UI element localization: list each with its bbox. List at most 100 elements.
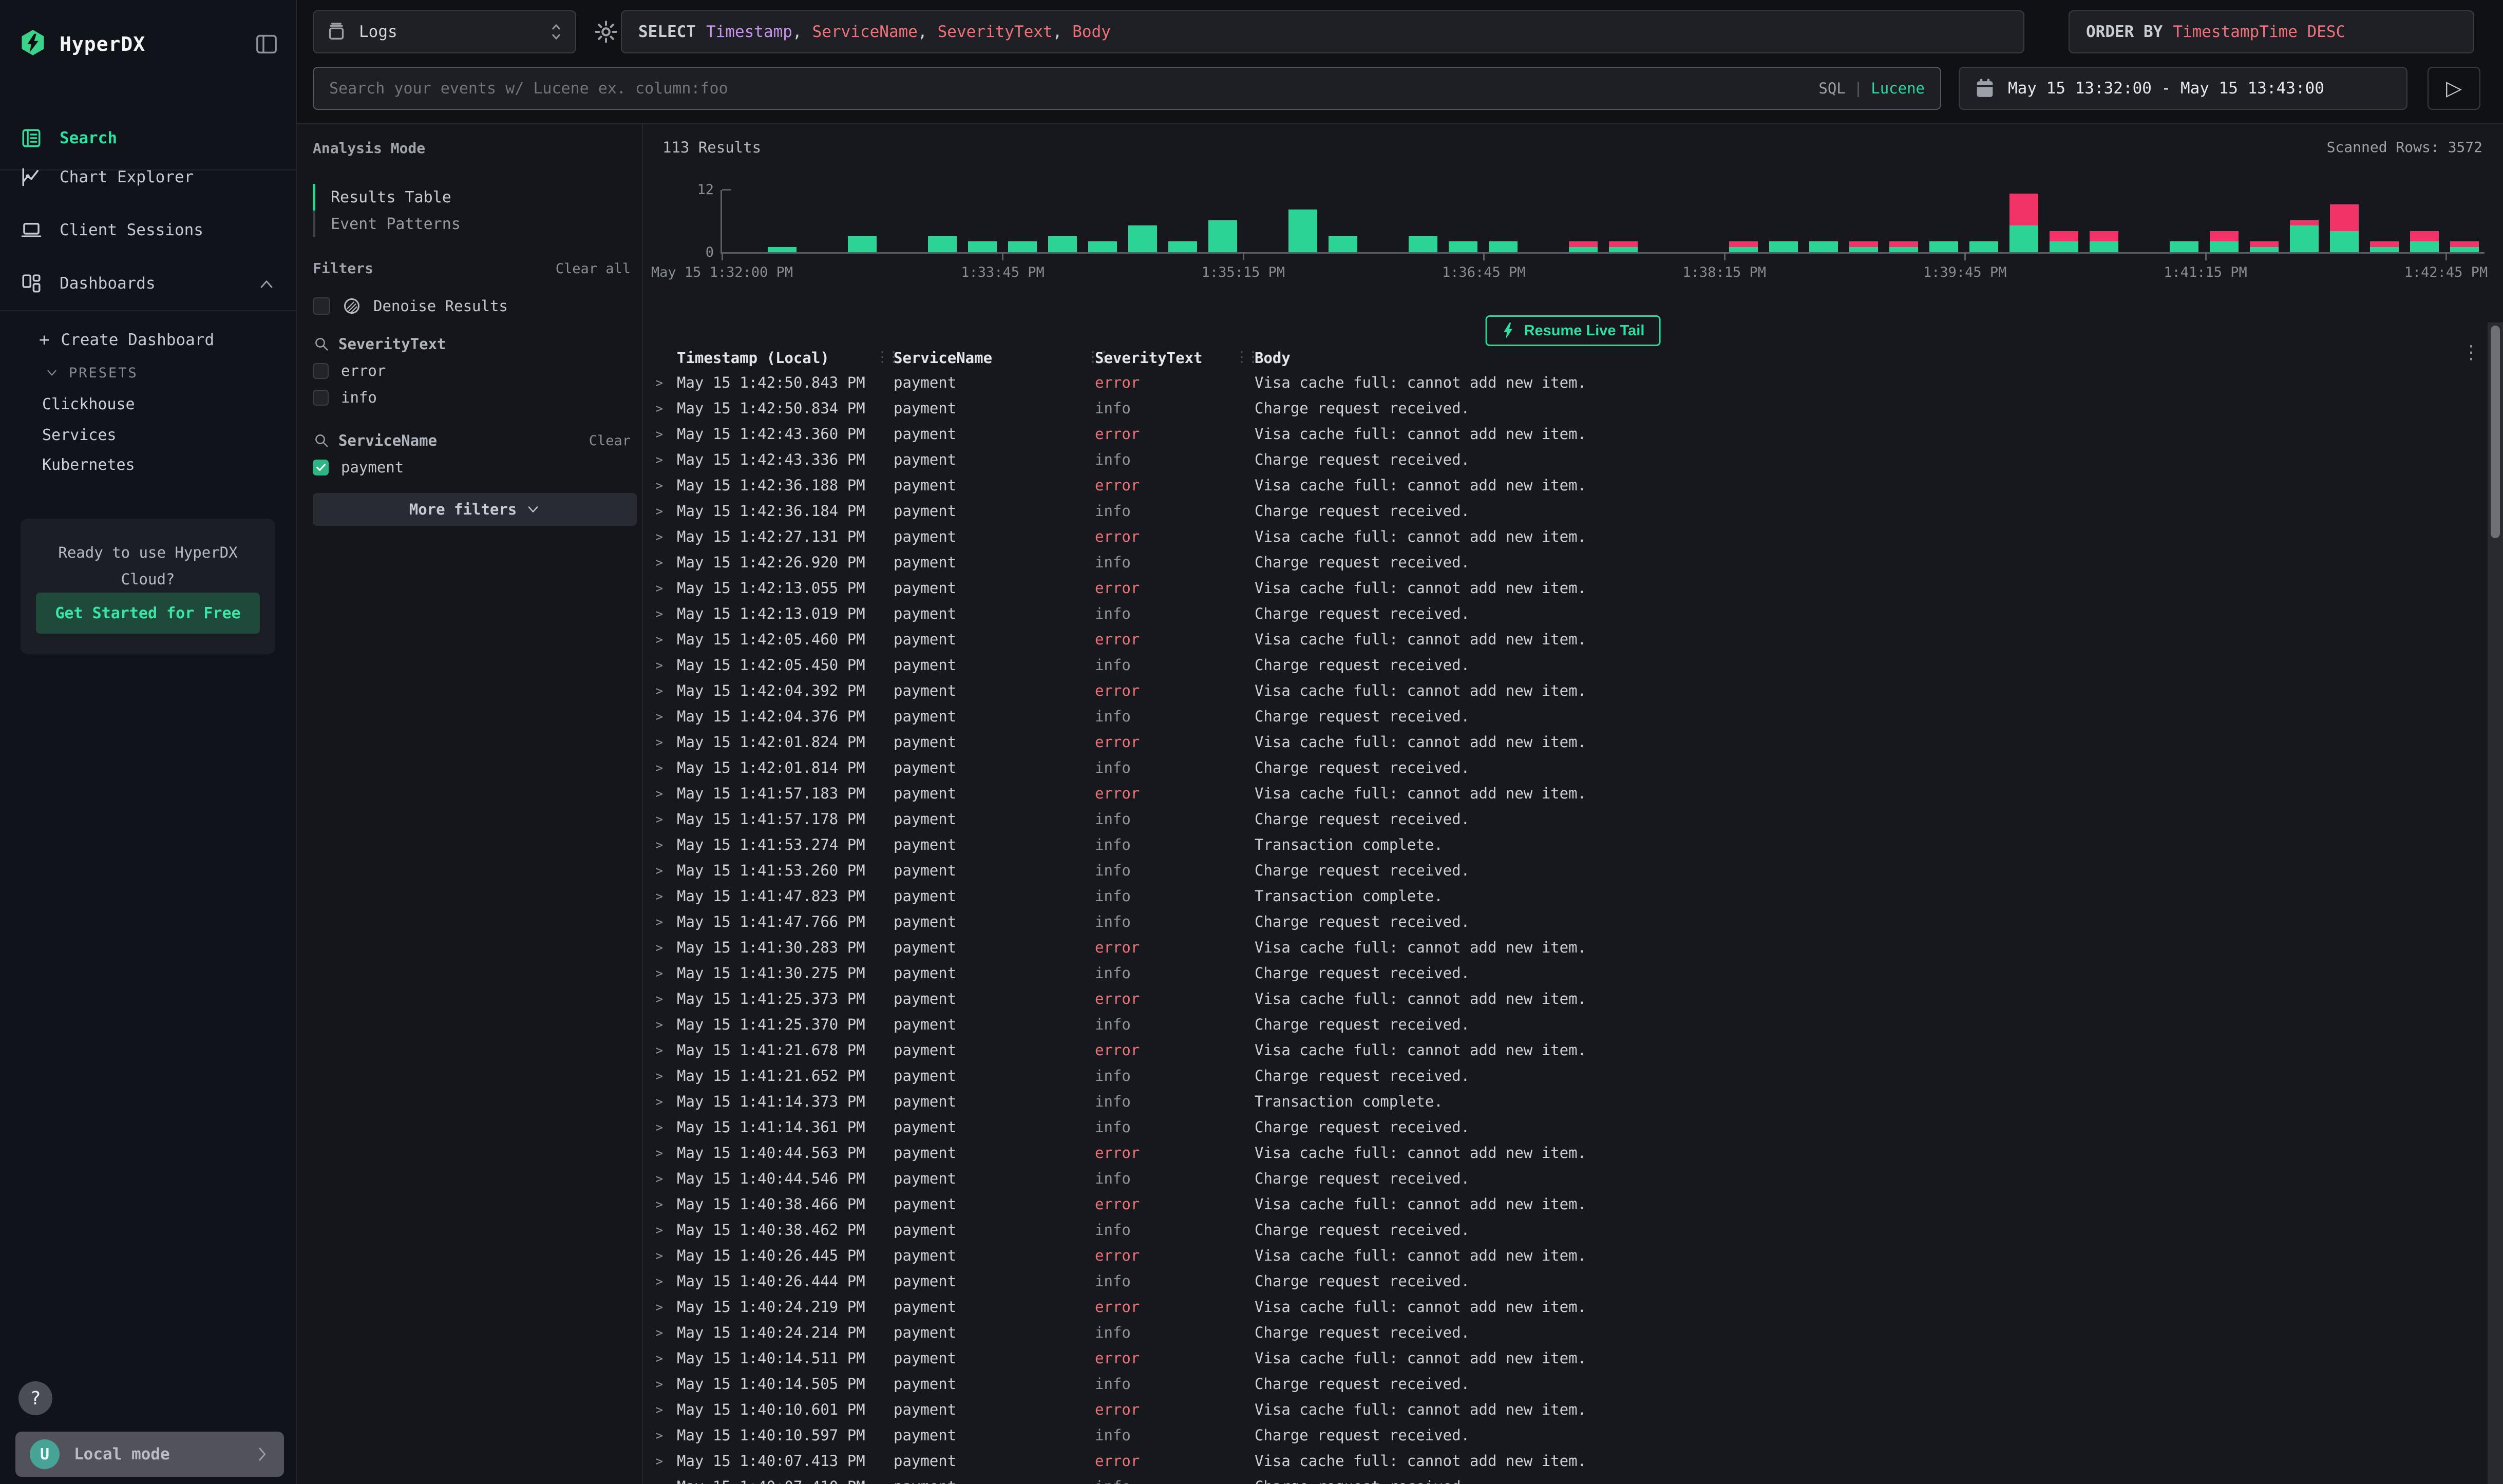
histogram-bucket[interactable] [1042,190,1083,252]
table-row[interactable]: >May 15 1:40:26.445 PMpaymenterrorVisa c… [643,1243,2475,1268]
table-row[interactable]: >May 15 1:42:05.460 PMpaymenterrorVisa c… [643,626,2475,652]
histogram-bucket[interactable] [1764,190,1804,252]
row-expand-chevron[interactable]: > [643,658,677,673]
table-row[interactable]: >May 15 1:41:21.678 PMpaymenterrorVisa c… [643,1037,2475,1063]
histogram-bucket[interactable] [2204,190,2244,252]
table-row[interactable]: >May 15 1:42:05.450 PMpaymentinfoCharge … [643,652,2475,678]
table-row[interactable]: >May 15 1:41:30.275 PMpaymentinfoCharge … [643,960,2475,986]
create-dashboard-button[interactable]: + Create Dashboard [39,325,275,355]
table-row[interactable]: >May 15 1:41:47.766 PMpaymentinfoCharge … [643,909,2475,935]
vertical-scrollbar[interactable] [2488,322,2503,1484]
histogram-bucket[interactable] [1443,190,1483,252]
row-expand-chevron[interactable]: > [643,1479,677,1484]
table-row[interactable]: >May 15 1:41:14.373 PMpaymentinfoTransac… [643,1089,2475,1114]
row-expand-chevron[interactable]: > [643,504,677,519]
row-expand-chevron[interactable]: > [643,683,677,698]
scrollbar-thumb[interactable] [2491,326,2500,538]
table-row[interactable]: >May 15 1:40:07.410 PMpaymentinfoCharge … [643,1474,2475,1484]
row-expand-chevron[interactable]: > [643,940,677,955]
facet-clear-link[interactable]: Clear [589,433,631,449]
histogram-bucket[interactable] [1403,190,1443,252]
histogram-bucket[interactable] [842,190,882,252]
histogram-bucket[interactable] [1924,190,1964,252]
table-row[interactable]: >May 15 1:40:24.219 PMpaymenterrorVisa c… [643,1294,2475,1320]
histogram-bucket[interactable] [2124,190,2164,252]
histogram-bucket[interactable] [1563,190,1603,252]
histogram-bucket[interactable] [2444,190,2485,252]
row-expand-chevron[interactable]: > [643,889,677,904]
histogram-bucket[interactable] [1283,190,1323,252]
row-expand-chevron[interactable]: > [643,427,677,442]
histogram-bucket[interactable] [2164,190,2204,252]
table-row[interactable]: >May 15 1:40:10.597 PMpaymentinfoCharge … [643,1422,2475,1448]
row-expand-chevron[interactable]: > [643,709,677,724]
table-row[interactable]: >May 15 1:42:04.392 PMpaymenterrorVisa c… [643,678,2475,703]
language-lucene-option[interactable]: Lucene [1871,80,1925,97]
sidebar-item-client-sessions[interactable]: Client Sessions [21,214,275,246]
table-options-icon[interactable]: ⋮ [2462,342,2480,363]
row-expand-chevron[interactable]: > [643,452,677,467]
row-expand-chevron[interactable]: > [643,812,677,827]
table-row[interactable]: >May 15 1:42:26.920 PMpaymentinfoCharge … [643,549,2475,575]
histogram-bucket[interactable] [1123,190,1163,252]
sidebar-preset-clickhouse[interactable]: Clickhouse [42,390,275,418]
denoise-checkbox[interactable] [313,297,330,315]
column-resize-handle[interactable]: ⋮⋮ [1235,348,1257,365]
histogram-bucket[interactable] [1203,190,1243,252]
histogram-bucket[interactable] [2244,190,2284,252]
histogram-bucket[interactable] [1002,190,1042,252]
table-row[interactable]: >May 15 1:40:14.511 PMpaymenterrorVisa c… [643,1345,2475,1371]
histogram-bucket[interactable] [1163,190,1203,252]
table-row[interactable]: >May 15 1:41:25.373 PMpaymenterrorVisa c… [643,986,2475,1012]
sidebar-collapse-icon[interactable] [256,34,277,54]
table-row[interactable]: >May 15 1:42:13.019 PMpaymentinfoCharge … [643,601,2475,626]
row-expand-chevron[interactable]: > [643,375,677,390]
histogram-bucket[interactable] [1723,190,1764,252]
histogram-bucket[interactable] [2324,190,2364,252]
histogram-bucket[interactable] [1683,190,1723,252]
help-button[interactable]: ? [18,1381,52,1415]
histogram-bucket[interactable] [1483,190,1523,252]
histogram-bucket[interactable] [882,190,922,252]
payment-checkbox-checked[interactable] [313,460,329,475]
table-row[interactable]: >May 15 1:42:43.360 PMpaymenterrorVisa c… [643,421,2475,447]
row-expand-chevron[interactable]: > [643,1017,677,1032]
sidebar-item-chart-explorer[interactable]: Chart Explorer [21,161,275,193]
histogram-bucket[interactable] [962,190,1002,252]
error-checkbox[interactable] [313,363,329,379]
histogram-bucket[interactable] [2084,190,2124,252]
row-expand-chevron[interactable]: > [643,1274,677,1289]
row-expand-chevron[interactable]: > [643,838,677,852]
table-row[interactable]: >May 15 1:41:14.361 PMpaymentinfoCharge … [643,1114,2475,1140]
histogram-bucket[interactable] [1083,190,1123,252]
table-row[interactable]: >May 15 1:42:43.336 PMpaymentinfoCharge … [643,447,2475,472]
histogram-bucket[interactable] [2044,190,2084,252]
sidebar-preset-services[interactable]: Services [42,421,275,449]
row-expand-chevron[interactable]: > [643,1094,677,1109]
table-row[interactable]: >May 15 1:41:53.274 PMpaymentinfoTransac… [643,832,2475,858]
histogram-bucket[interactable] [1964,190,2004,252]
table-row[interactable]: >May 15 1:41:47.823 PMpaymentinfoTransac… [643,883,2475,909]
table-row[interactable]: >May 15 1:42:50.843 PMpaymenterrorVisa c… [643,370,2475,395]
language-sql-option[interactable]: SQL [1818,80,1845,97]
source-select[interactable]: Logs [313,10,576,53]
sidebar-item-search[interactable]: Search [21,122,275,154]
histogram-bucket[interactable] [2404,190,2444,252]
resume-live-tail-button[interactable]: Resume Live Tail [1486,315,1661,346]
table-row[interactable]: >May 15 1:41:25.370 PMpaymentinfoCharge … [643,1012,2475,1037]
row-expand-chevron[interactable]: > [643,1300,677,1315]
histogram-bucket[interactable] [2284,190,2324,252]
user-mode-pill[interactable]: U Local mode [15,1432,284,1477]
histogram-bucket[interactable] [2004,190,2044,252]
row-expand-chevron[interactable]: > [643,1043,677,1058]
table-row[interactable]: >May 15 1:42:01.814 PMpaymentinfoCharge … [643,755,2475,781]
histogram-bucket[interactable] [1844,190,1884,252]
table-row[interactable]: >May 15 1:40:38.462 PMpaymentinfoCharge … [643,1217,2475,1243]
table-row[interactable]: >May 15 1:42:01.824 PMpaymenterrorVisa c… [643,729,2475,755]
source-settings-button[interactable] [592,10,620,53]
mode-event-patterns[interactable]: Event Patterns [313,211,632,237]
table-row[interactable]: >May 15 1:41:21.652 PMpaymentinfoCharge … [643,1063,2475,1089]
histogram-bucket[interactable] [1884,190,1924,252]
histogram-bucket[interactable] [2364,190,2404,252]
table-row[interactable]: >May 15 1:42:36.184 PMpaymentinfoCharge … [643,498,2475,524]
